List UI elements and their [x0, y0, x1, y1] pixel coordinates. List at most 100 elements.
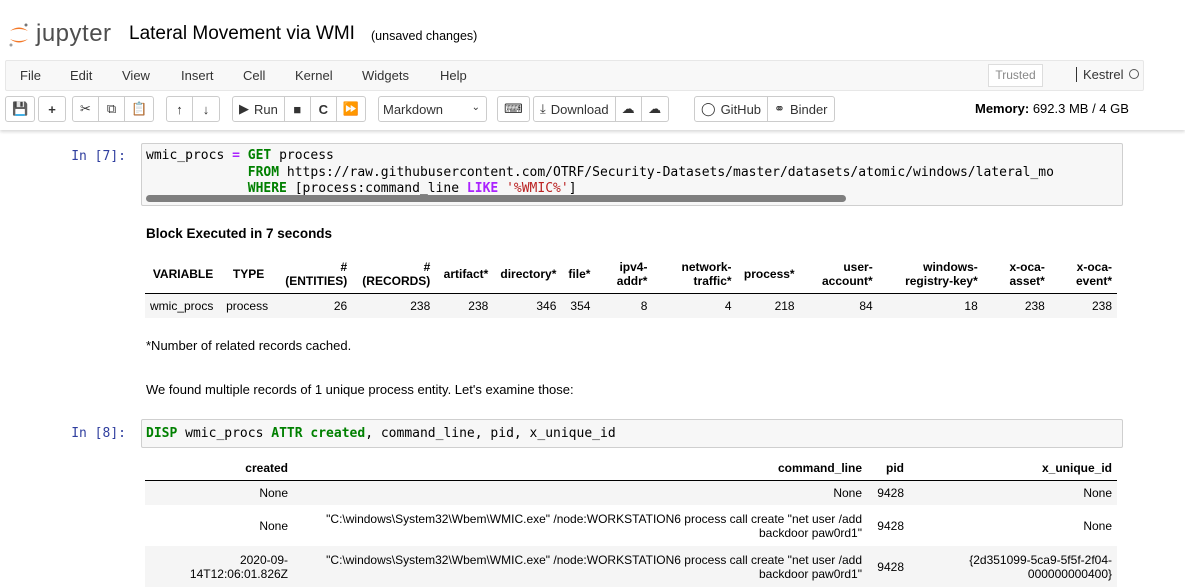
- table-cell: 8: [595, 293, 653, 318]
- table-cell: 218: [736, 293, 800, 318]
- markdown-message: We found multiple records of 1 unique pr…: [146, 382, 574, 397]
- menu-edit[interactable]: Edit: [70, 68, 92, 83]
- column-header-label: #: [340, 259, 348, 274]
- notebook-title[interactable]: Lateral Movement via WMI: [129, 23, 355, 45]
- table-cell: wmic_procs: [145, 293, 222, 318]
- table-cell: "C:\windows\System32\Wbem\WMIC.exe" /nod…: [293, 546, 867, 587]
- code-token: wmic_procs: [185, 426, 264, 441]
- column-header: TYPE: [221, 255, 277, 294]
- restart-icon: C: [318, 101, 329, 117]
- table-cell: 238: [352, 293, 436, 318]
- move-up-button[interactable]: ↑: [167, 97, 193, 121]
- table-cell: None: [259, 518, 288, 533]
- column-header-label: user-: [843, 259, 873, 274]
- column-header-label: TYPE: [232, 266, 265, 281]
- table-cell: None: [909, 480, 1117, 505]
- cut-button[interactable]: ✂: [73, 97, 99, 121]
- jupyter-wordmark: jupyter: [36, 20, 112, 47]
- binder-icon: ⚭: [774, 101, 785, 116]
- paste-icon: 📋: [131, 101, 148, 116]
- code-token: =: [232, 148, 240, 163]
- column-header: pid: [867, 457, 909, 481]
- copy-icon: ⧉: [106, 101, 117, 116]
- column-header-label: (ENTITIES): [285, 273, 348, 288]
- interrupt-button[interactable]: ■: [285, 97, 311, 121]
- code-cell-input[interactable]: DISP wmic_procs ATTR created, command_li…: [141, 419, 1123, 448]
- github-button[interactable]: ◯ GitHub: [695, 97, 769, 121]
- code-token: FROM: [247, 164, 280, 180]
- cell-type-select[interactable]: Markdown ⌄: [378, 96, 487, 122]
- memory-label: Memory:: [975, 101, 1030, 116]
- cloud-download-icon: ☁: [621, 101, 635, 116]
- cloud-upload-button[interactable]: ☁: [642, 97, 668, 121]
- column-header: # (RECORDS): [352, 255, 436, 294]
- footnote: *Number of related records cached.: [146, 338, 352, 353]
- code-cell-input[interactable]: wmic_procs = GET process FROM https://ra…: [141, 143, 1123, 206]
- column-header-label: x-oca-: [1076, 259, 1112, 274]
- restart-run-all-button[interactable]: ⏩: [337, 97, 365, 121]
- menu-kernel[interactable]: Kernel: [295, 68, 333, 83]
- menu-widgets[interactable]: Widgets: [362, 68, 409, 83]
- table-cell: process: [221, 293, 277, 318]
- cloud-upload-icon: ☁: [648, 101, 662, 116]
- table-cell: {2d351099-5ca9-5f5f-2f04-000000000400}: [909, 546, 1117, 587]
- column-header: file*: [561, 255, 596, 294]
- table-cell: 84: [799, 293, 878, 318]
- cloud-download-button[interactable]: ☁: [616, 97, 642, 121]
- stop-icon: ■: [293, 101, 302, 117]
- trusted-indicator[interactable]: Trusted: [988, 64, 1043, 87]
- column-header: x-oca-event*: [1049, 255, 1117, 294]
- menu-insert[interactable]: Insert: [181, 68, 214, 83]
- kernel-idle-icon: [1129, 69, 1140, 79]
- binder-button[interactable]: ⚭ Binder: [768, 97, 833, 121]
- column-header-label: registry-key*: [905, 273, 978, 288]
- table-cell: 238: [435, 293, 494, 318]
- run-label: Run: [254, 101, 278, 117]
- chevron-down-icon: ⌄: [471, 102, 480, 113]
- table-cell: 4: [652, 293, 737, 318]
- horizontal-scrollbar[interactable]: [146, 195, 846, 202]
- column-header: VARIABLE: [145, 255, 222, 294]
- table-cell: None: [293, 480, 867, 505]
- table-cell: "C:\windows\System32\Wbem\WMIC.exe" /nod…: [326, 511, 862, 540]
- column-header-label: traffic*: [693, 273, 732, 288]
- code-token: https://raw.githubusercontent.com/OTRF/S…: [286, 164, 1054, 180]
- notebook-header: jupyter Lateral Movement via WMI (unsave…: [0, 0, 1185, 130]
- column-header-label: event*: [1075, 273, 1112, 288]
- run-button[interactable]: ▶ Run: [233, 97, 285, 121]
- records-table: created command_line pid x_unique_id None No…: [145, 457, 1117, 587]
- keyboard-icon: ⌨: [504, 101, 523, 116]
- scissors-icon: ✂: [80, 101, 91, 116]
- menu-view[interactable]: View: [122, 68, 150, 83]
- column-header: process*: [736, 255, 800, 294]
- table-cell: 18: [877, 293, 983, 318]
- paste-button[interactable]: 📋: [125, 97, 153, 121]
- restart-button[interactable]: C: [311, 97, 337, 121]
- table-row: wmic_procs process 26 238 238 346 354 8 4 218 84 18…: [145, 293, 1117, 318]
- column-header-label: windows-: [923, 259, 978, 274]
- github-icon: ◯: [701, 101, 716, 116]
- download-icon: ⤓: [540, 101, 546, 116]
- insert-cell-button[interactable]: +: [39, 97, 65, 121]
- cell-type-value: Markdown: [383, 102, 443, 117]
- menu-file[interactable]: File: [20, 68, 41, 83]
- column-header: user-account*: [799, 255, 878, 294]
- menu-help[interactable]: Help: [440, 68, 467, 83]
- command-palette-button[interactable]: ⌨: [498, 97, 529, 121]
- move-down-button[interactable]: ↓: [193, 97, 219, 121]
- jupyter-logo[interactable]: jupyter: [8, 20, 112, 48]
- jupyter-logo-icon: [8, 22, 30, 47]
- column-header-label: directory*: [500, 266, 557, 281]
- menubar: File Edit View Insert Cell Kernel Widget…: [5, 60, 1144, 91]
- toolbar: 💾 + ✂ ⧉ 📋 ↑ ↓ ▶ Run ■ C ⏩ Markdown ⌄ ⌨ ⤓ Download…: [0, 96, 1185, 124]
- copy-button[interactable]: ⧉: [99, 97, 125, 121]
- save-button[interactable]: 💾: [6, 97, 34, 121]
- kernel-indicator[interactable]: Kestrel: [1076, 67, 1140, 82]
- column-header: # (ENTITIES): [276, 255, 353, 294]
- kernel-name: Kestrel: [1083, 67, 1124, 82]
- column-header-label: file*: [568, 266, 591, 281]
- column-header-label: process*: [743, 266, 795, 281]
- code-token: DISP: [146, 426, 178, 441]
- download-button[interactable]: ⤓ Download: [534, 97, 616, 121]
- menu-cell[interactable]: Cell: [243, 68, 265, 83]
